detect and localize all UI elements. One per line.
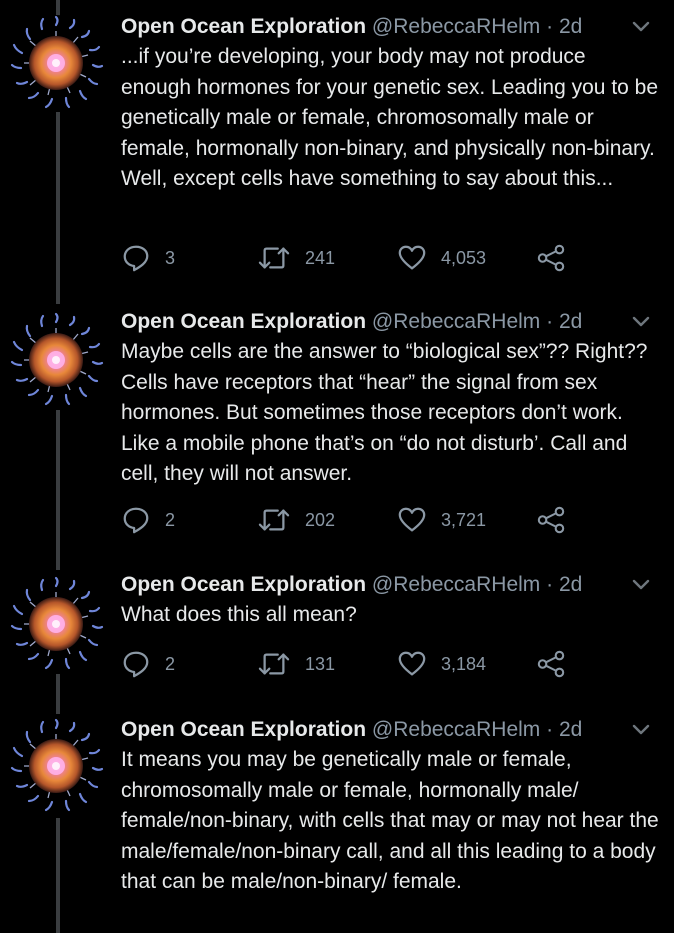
thread-line — [56, 410, 60, 570]
reply-button[interactable]: 3 — [121, 241, 175, 275]
timestamp[interactable]: 2d — [559, 718, 582, 741]
avatar[interactable] — [8, 15, 104, 111]
author-handle[interactable]: @RebeccaRHelm — [372, 15, 540, 38]
chevron-down-icon[interactable] — [628, 572, 654, 598]
retweet-icon — [257, 505, 291, 535]
separator-dot: · — [546, 15, 554, 38]
reply-count: 2 — [165, 653, 176, 674]
reply-icon — [121, 505, 151, 535]
retweet-icon — [257, 649, 291, 679]
author-handle[interactable]: @RebeccaRHelm — [372, 573, 540, 596]
like-button[interactable]: 4,053 — [397, 241, 486, 275]
share-icon — [536, 243, 566, 273]
author-handle[interactable]: @RebeccaRHelm — [372, 310, 540, 333]
retweet-button[interactable]: 202 — [257, 503, 335, 537]
share-button[interactable] — [536, 503, 566, 537]
separator-dot: · — [546, 573, 554, 596]
tweet-text: Maybe cells are the answer to “biologica… — [121, 340, 648, 485]
thread-line — [56, 112, 60, 304]
retweet-count: 202 — [305, 509, 336, 530]
retweet-count: 131 — [305, 653, 336, 674]
avatar[interactable] — [8, 576, 104, 672]
author-name[interactable]: Open Ocean Exploration — [121, 718, 366, 741]
author-name[interactable]: Open Ocean Exploration — [121, 573, 366, 596]
retweet-count: 241 — [305, 247, 336, 268]
retweet-button[interactable]: 131 — [257, 647, 335, 681]
jellyfish-avatar-icon — [8, 15, 104, 111]
like-button[interactable]: 3,184 — [397, 647, 486, 681]
share-button[interactable] — [536, 647, 566, 681]
like-count: 4,053 — [441, 247, 487, 268]
heart-icon — [397, 649, 427, 679]
timestamp[interactable]: 2d — [559, 573, 582, 596]
reply-icon — [121, 649, 151, 679]
tweet-header: Open Ocean Exploration @RebeccaRHelm · 2… — [121, 570, 660, 600]
heart-icon — [397, 243, 427, 273]
like-count: 3,184 — [441, 653, 487, 674]
author-name[interactable]: Open Ocean Exploration — [121, 15, 366, 38]
share-button[interactable] — [536, 241, 566, 275]
tweet-header: Open Ocean Exploration @RebeccaRHelm · 2… — [121, 715, 660, 745]
chevron-down-icon[interactable] — [628, 14, 654, 40]
chevron-down-icon[interactable] — [628, 717, 654, 743]
reply-button[interactable]: 2 — [121, 647, 175, 681]
tweet-text: What does this all mean? — [121, 603, 357, 626]
reply-count: 3 — [165, 247, 176, 268]
retweet-icon — [257, 243, 291, 273]
like-count: 3,721 — [441, 509, 487, 530]
tweet-text: ...if you’re developing, your body may n… — [121, 45, 659, 190]
tweet-actions: 2 202 3,721 — [121, 503, 581, 537]
thread-line — [56, 674, 60, 714]
author-name[interactable]: Open Ocean Exploration — [121, 310, 366, 333]
avatar[interactable] — [8, 718, 104, 814]
author-handle[interactable]: @RebeccaRHelm — [372, 718, 540, 741]
tweet-header: Open Ocean Exploration @RebeccaRHelm · 2… — [121, 12, 660, 42]
separator-dot: · — [546, 310, 554, 333]
thread-line — [56, 818, 60, 933]
share-icon — [536, 649, 566, 679]
reply-button[interactable]: 2 — [121, 503, 175, 537]
share-icon — [536, 505, 566, 535]
tweet-actions: 3 241 4,053 — [121, 241, 581, 275]
heart-icon — [397, 505, 427, 535]
reply-icon — [121, 243, 151, 273]
chevron-down-icon[interactable] — [628, 309, 654, 335]
reply-count: 2 — [165, 509, 176, 530]
jellyfish-avatar-icon — [8, 312, 104, 408]
tweet-header: Open Ocean Exploration @RebeccaRHelm · 2… — [121, 307, 660, 337]
retweet-button[interactable]: 241 — [257, 241, 335, 275]
timestamp[interactable]: 2d — [559, 15, 582, 38]
jellyfish-avatar-icon — [8, 576, 104, 672]
tweet-actions: 2 131 3,184 — [121, 647, 581, 681]
avatar[interactable] — [8, 312, 104, 408]
jellyfish-avatar-icon — [8, 718, 104, 814]
tweet-text: It means you may be genetically male or … — [121, 748, 659, 893]
timestamp[interactable]: 2d — [559, 310, 582, 333]
separator-dot: · — [546, 718, 554, 741]
like-button[interactable]: 3,721 — [397, 503, 486, 537]
